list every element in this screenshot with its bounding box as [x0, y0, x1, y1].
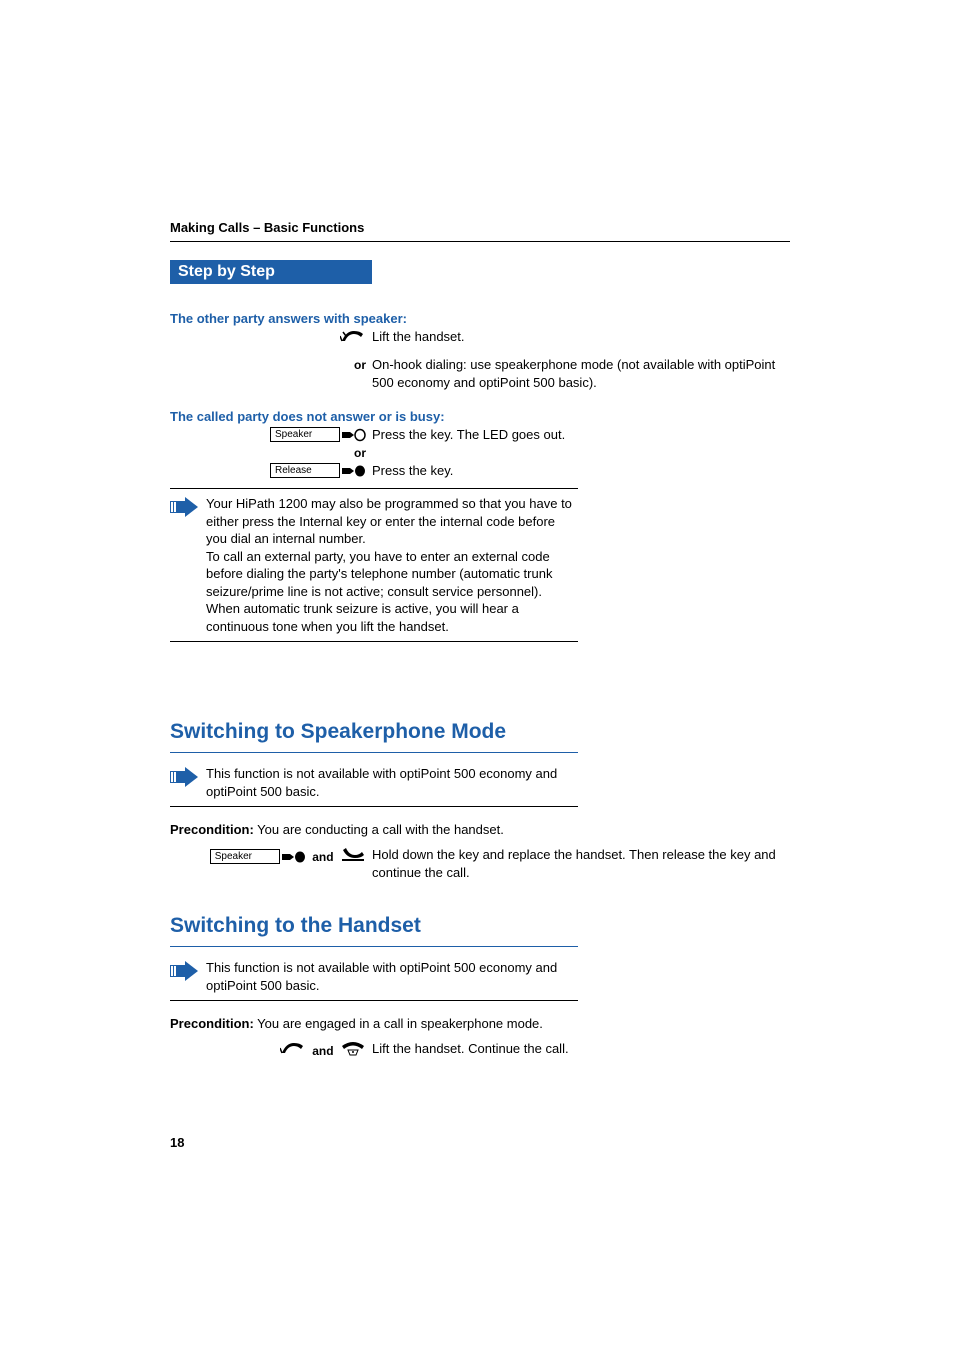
- note1-p1: Your HiPath 1200 may also be programmed …: [206, 496, 572, 546]
- section-speakerphone-heading: Switching to Speakerphone Mode: [170, 718, 578, 746]
- speaker-key-box: Speaker: [270, 427, 340, 442]
- replace-handset-icon: [340, 846, 366, 867]
- section1-precondition: Precondition: You are conducting a call …: [170, 821, 578, 839]
- press-key-led-text: Press the key. The LED goes out.: [372, 426, 780, 444]
- step-by-step-banner: Step by Step: [170, 260, 372, 284]
- lift-handset-text: Lift the handset.: [372, 328, 780, 346]
- precond-text-2: You are engaged in a call in speakerphon…: [254, 1016, 543, 1031]
- and-label-2: and: [312, 1044, 333, 1058]
- led-filled-icon: [342, 464, 366, 478]
- handset-base-icon: [340, 1040, 366, 1061]
- answer-speaker-heading: The other party answers with speaker:: [170, 310, 578, 328]
- note-arrow-icon-2: [170, 765, 206, 800]
- section1-rule: [170, 752, 578, 753]
- note-speakerphone-text: This function is not available with opti…: [206, 765, 578, 800]
- lift-handset-icon-2: [280, 1040, 306, 1061]
- note-handset-text: This function is not available with opti…: [206, 959, 578, 994]
- led-filled-icon-2: [282, 850, 306, 864]
- page-header: Making Calls – Basic Functions: [170, 220, 790, 242]
- press-key-text: Press the key.: [372, 462, 780, 480]
- precond-label-2: Precondition:: [170, 1016, 254, 1031]
- breadcrumb: Making Calls – Basic Functions: [170, 220, 790, 235]
- led-open-icon: [342, 428, 366, 442]
- release-key-box: Release: [270, 463, 340, 478]
- note-speakerphone-availability: This function is not available with opti…: [170, 759, 578, 807]
- lift-handset-icon: [340, 328, 366, 349]
- section-handset-heading: Switching to the Handset: [170, 912, 578, 940]
- note1-p3: When automatic trunk seizure is active, …: [206, 601, 519, 634]
- on-hook-text: On-hook dialing: use speakerphone mode (…: [372, 356, 780, 391]
- precond-text-1: You are conducting a call with the hands…: [254, 822, 504, 837]
- page-number: 18: [170, 1135, 184, 1150]
- no-answer-heading: The called party does not answer or is b…: [170, 408, 578, 426]
- note-hipath: Your HiPath 1200 may also be programmed …: [170, 488, 578, 642]
- speaker-key-box-2: Speaker: [210, 849, 280, 864]
- or-label-2: or: [354, 446, 366, 460]
- section1-action-text: Hold down the key and replace the handse…: [372, 846, 780, 881]
- section2-precondition: Precondition: You are engaged in a call …: [170, 1015, 578, 1033]
- section2-rule: [170, 946, 578, 947]
- note-arrow-icon: [170, 495, 206, 635]
- precond-label-1: Precondition:: [170, 822, 254, 837]
- or-label-1: or: [354, 358, 366, 372]
- header-rule: [170, 241, 790, 242]
- note-handset-availability: This function is not available with opti…: [170, 953, 578, 1001]
- section2-action-text: Lift the handset. Continue the call.: [372, 1040, 780, 1058]
- note1-p2: To call an external party, you have to e…: [206, 549, 552, 599]
- note-arrow-icon-3: [170, 959, 206, 994]
- and-label-1: and: [312, 850, 333, 864]
